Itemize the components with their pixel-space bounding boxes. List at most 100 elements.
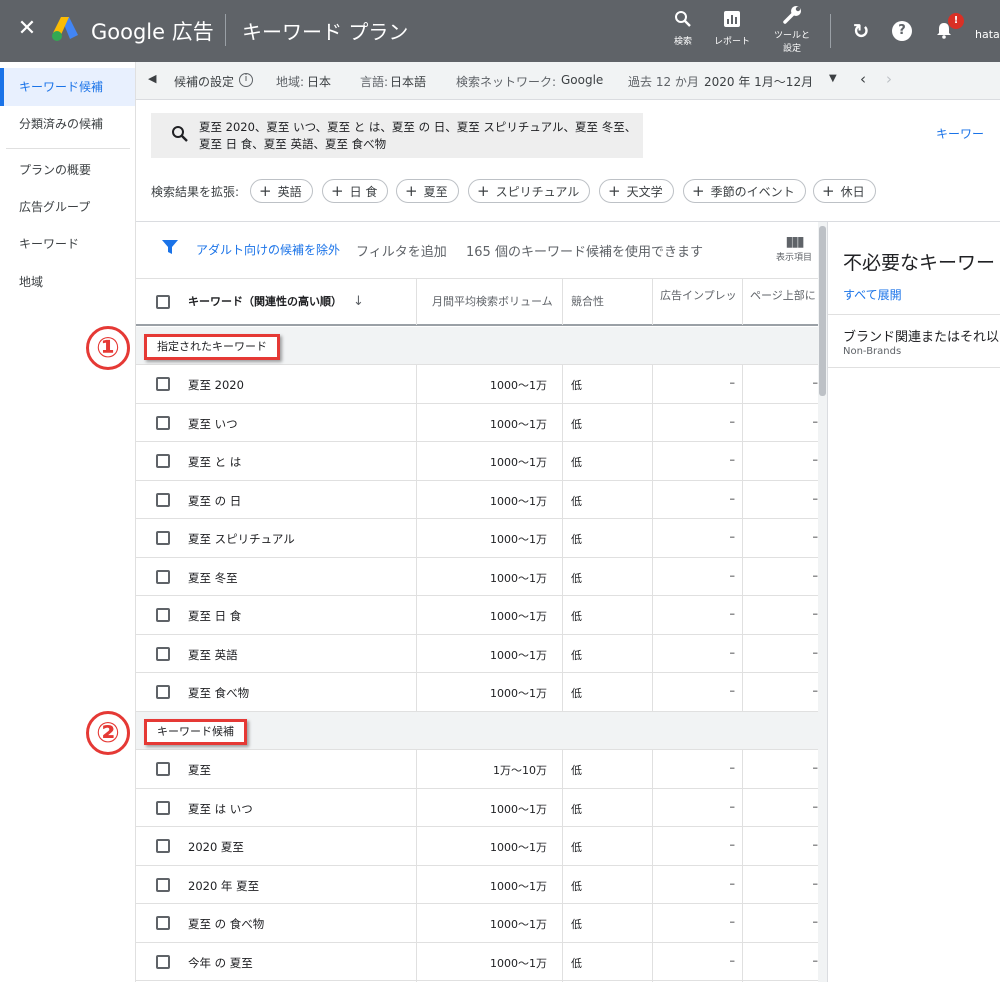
keyword-search-box[interactable]: 夏至 2020、夏至 いつ、夏至 と は、夏至 の 日、夏至 スピリチュアル、夏… — [151, 113, 643, 158]
network-value[interactable]: Google — [561, 73, 603, 87]
top-of-page-cell: – — [812, 491, 819, 505]
row-checkbox[interactable] — [156, 762, 170, 776]
keyword-cell: 夏至 の 食べ物 — [188, 917, 265, 931]
volume-cell: 1000〜1万 — [490, 841, 547, 854]
table-scrollbar[interactable] — [818, 222, 827, 982]
row-checkbox[interactable] — [156, 646, 170, 661]
competition-cell: 低 — [571, 918, 582, 931]
table-row[interactable]: 夏至 いつ 1000〜1万 低 – – — [136, 403, 818, 442]
region-value[interactable]: 日本 — [307, 73, 331, 90]
row-checkbox[interactable] — [156, 492, 170, 507]
header-impression[interactable]: 広告インプレッ — [660, 279, 738, 325]
sidenav-item-plan-overview[interactable]: プランの概要 — [0, 151, 135, 189]
sidenav-item-keywords[interactable]: キーワード — [0, 225, 135, 263]
table-row[interactable]: 夏至 冬至 1000〜1万 低 – – — [136, 557, 818, 596]
row-checkbox[interactable] — [156, 531, 170, 545]
help-icon[interactable]: ? — [892, 21, 912, 41]
table-row[interactable]: 夏至 の 日 1000〜1万 低 – – — [136, 480, 819, 519]
row-checkbox[interactable] — [156, 569, 170, 584]
top-of-page-cell: – — [812, 915, 819, 928]
table-row[interactable]: 夏至 英語 1000〜1万 低 – – — [136, 634, 818, 673]
row-checkbox[interactable] — [156, 377, 170, 391]
competition-cell: 低 — [571, 841, 582, 854]
brand-filter-title[interactable]: ブランド関連またはそれ以 — [843, 326, 999, 345]
table-row[interactable]: 夏至 は いつ 1000〜1万 低 – – — [136, 788, 819, 827]
keyword-cell: 2020 夏至 — [188, 840, 244, 854]
sidenav-item-keyword-ideas[interactable]: キーワード候補 — [0, 68, 135, 106]
row-checkbox[interactable] — [156, 916, 170, 930]
period-dropdown-icon[interactable]: ▼ — [829, 73, 837, 84]
header-top-of-page[interactable]: ページ上部に — [750, 279, 818, 325]
scrollbar-thumb[interactable] — [819, 226, 826, 396]
table-row[interactable]: 夏至 1万〜10万 低 – – — [136, 750, 818, 789]
expand-all-link[interactable]: すべて展開 — [843, 286, 902, 303]
chip-holiday[interactable]: + 休日 — [813, 179, 876, 203]
table-row[interactable]: 夏至 スピリチュアル 1000〜1万 低 – – — [136, 519, 818, 558]
row-checkbox[interactable] — [156, 454, 170, 468]
network-label: 検索ネットワーク: — [456, 75, 557, 89]
header-keyword[interactable]: キーワード（関連性の高い順） — [188, 279, 342, 325]
wrench-icon — [767, 4, 817, 28]
exclude-adult-filter[interactable]: アダルト向けの候補を除外 — [196, 241, 340, 258]
period-value[interactable]: 2020 年 1月〜12月 — [704, 73, 813, 90]
row-checkbox[interactable] — [156, 800, 170, 815]
table-row[interactable]: 夏至 と は 1000〜1万 低 – – — [136, 442, 818, 481]
region-label: 地域: — [276, 75, 305, 89]
search-query-text[interactable]: 夏至 2020、夏至 いつ、夏至 と は、夏至 の 日、夏至 スピリチュアル、夏… — [199, 119, 639, 153]
next-period-icon[interactable]: › — [886, 70, 892, 88]
chip-eclipse[interactable]: + 日 食 — [322, 179, 389, 203]
top-of-page-cell: – — [812, 453, 819, 466]
row-checkbox[interactable] — [156, 877, 170, 892]
chip-astronomy[interactable]: + 天文学 — [599, 179, 674, 203]
table-row[interactable]: 2020 年 夏至 1000〜1万 低 – – — [136, 865, 818, 904]
sort-arrow-icon[interactable]: ↓ — [353, 279, 364, 325]
table-row[interactable]: 夏至 の 食べ物 1000〜1万 低 – – — [136, 904, 818, 943]
sidenav-item-locations[interactable]: 地域 — [0, 263, 135, 301]
collapse-arrow-icon[interactable]: ◀ — [148, 72, 156, 85]
language-value[interactable]: 日本語 — [390, 73, 426, 90]
top-of-page-cell: – — [812, 799, 819, 813]
row-checkbox[interactable] — [156, 685, 170, 699]
sidenav-item-grouped-ideas[interactable]: 分類済みの候補 — [0, 105, 135, 143]
columns-button[interactable]: ▮▮▮ 表示項目 — [772, 234, 816, 263]
chip-seasonal-events[interactable]: + 季節のイベント — [683, 179, 806, 203]
column-divider — [652, 750, 653, 982]
impression-cell: – — [729, 915, 736, 928]
row-checkbox[interactable] — [156, 954, 170, 969]
refine-keywords-panel: 不必要なキーワード すべて展開 ブランド関連またはそれ以 Non-Brands — [827, 222, 1000, 982]
table-row[interactable]: 夏至 日 食 1000〜1万 低 – – — [136, 596, 818, 635]
tools-settings-button[interactable]: ツールと 設定 — [767, 4, 817, 54]
column-divider — [742, 750, 743, 982]
row-checkbox[interactable] — [156, 608, 170, 622]
table-row[interactable]: 2020 夏至 1000〜1万 低 – – — [136, 827, 818, 866]
chip-english[interactable]: + 英語 — [250, 179, 313, 203]
table-row[interactable]: 夏至 2020 1000〜1万 低 – – — [136, 365, 818, 404]
header-competition[interactable]: 競合性 — [571, 279, 604, 325]
competition-cell: 低 — [571, 533, 582, 546]
refresh-icon[interactable]: ↻ — [851, 21, 871, 41]
previous-period-icon[interactable]: ‹ — [860, 70, 866, 88]
filter-icon[interactable] — [162, 240, 178, 254]
competition-cell: 低 — [571, 648, 582, 662]
columns-label: 表示項目 — [775, 253, 812, 263]
table-row[interactable]: 今年 の 夏至 1000〜1万 低 – – — [136, 942, 818, 981]
search-icon — [658, 10, 708, 34]
select-all-checkbox[interactable] — [156, 295, 170, 309]
add-filter-button[interactable]: フィルタを追加 — [356, 241, 447, 260]
close-icon[interactable]: ✕ — [16, 18, 38, 40]
account-name[interactable]: hatan — [975, 28, 1000, 41]
report-tool-button[interactable]: レポート — [707, 10, 757, 47]
sidenav-item-ad-groups[interactable]: 広告グループ — [0, 188, 135, 226]
column-divider — [562, 365, 563, 712]
keyword-link[interactable]: キーワー — [936, 125, 984, 142]
search-tool-button[interactable]: 検索 — [658, 10, 708, 47]
row-checkbox[interactable] — [156, 415, 170, 430]
header-volume[interactable]: 月間平均検索ボリューム — [432, 279, 553, 325]
info-icon[interactable]: i — [239, 73, 253, 87]
chip-spiritual[interactable]: + スピリチュアル — [468, 179, 591, 203]
row-checkbox[interactable] — [156, 839, 170, 853]
table-row[interactable]: 夏至 食べ物 1000〜1万 低 – – — [136, 673, 818, 712]
top-of-page-cell: – — [812, 761, 819, 774]
keyword-cell: 今年 の 夏至 — [188, 955, 253, 970]
chip-summer-solstice[interactable]: + 夏至 — [396, 179, 459, 203]
